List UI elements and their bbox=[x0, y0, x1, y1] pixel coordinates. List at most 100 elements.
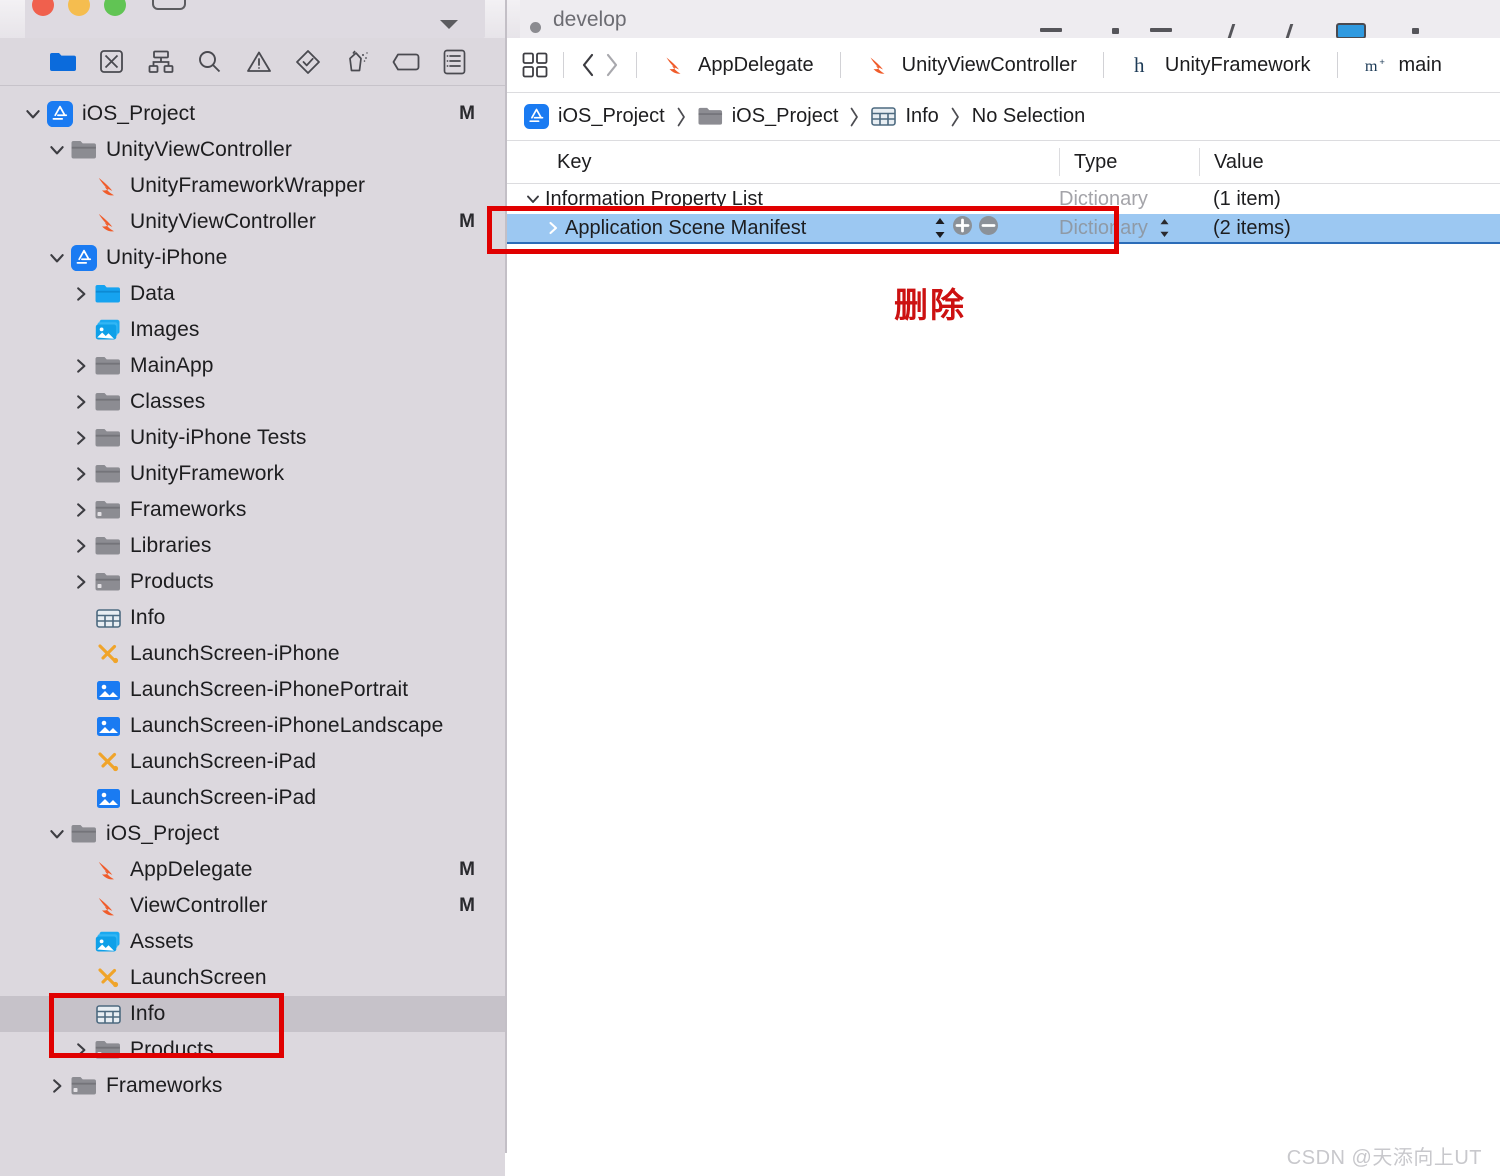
group-folder-icon bbox=[698, 104, 723, 129]
project-file-tree[interactable]: iOS_Project M UnityViewController UnityFram… bbox=[0, 86, 505, 1153]
branch-label[interactable]: develop bbox=[553, 8, 627, 32]
storyboard-icon bbox=[95, 641, 121, 667]
chevron-right-icon[interactable] bbox=[46, 1075, 68, 1097]
plist-row-information-property-list[interactable]: Information Property List Dictionary (1 … bbox=[507, 184, 1500, 214]
column-header-type[interactable]: Type bbox=[1059, 148, 1199, 176]
tree-row-launchscreen-iphone[interactable]: LaunchScreen-iPhone bbox=[0, 636, 505, 672]
plist-type-cell[interactable]: Dictionary bbox=[1059, 217, 1199, 240]
tree-row-unityframework[interactable]: UnityFramework bbox=[0, 456, 505, 492]
type-stepper-icon[interactable] bbox=[1158, 217, 1171, 239]
chevron-down-icon[interactable] bbox=[46, 139, 68, 161]
chevron-down-icon[interactable] bbox=[46, 247, 68, 269]
plist-row-application-scene-manifest[interactable]: Application Scene Manifest Dictionary (2… bbox=[507, 214, 1500, 244]
tab-unityframework[interactable]: h UnityFramework bbox=[1104, 38, 1337, 93]
reorder-stepper-icon[interactable] bbox=[933, 216, 947, 240]
toolbar-toggle-icon[interactable] bbox=[152, 0, 186, 10]
chevron-right-icon[interactable] bbox=[70, 1039, 92, 1061]
symbol-navigator-icon[interactable] bbox=[136, 45, 185, 79]
tree-row-viewcontroller[interactable]: ViewController M bbox=[0, 888, 505, 924]
chevron-right-icon[interactable] bbox=[70, 427, 92, 449]
toolbar-icon-b[interactable] bbox=[1112, 28, 1119, 34]
chevron-down-icon[interactable] bbox=[22, 103, 44, 125]
tree-row-frameworks[interactable]: Frameworks bbox=[0, 1068, 505, 1104]
breadcrumb-item-info[interactable]: Info bbox=[871, 104, 939, 129]
tree-row-unityviewcontroller[interactable]: UnityViewController M bbox=[0, 204, 505, 240]
plist-value-label[interactable]: (1 item) bbox=[1199, 188, 1500, 211]
xcode-window: develop iOS_Project M UnityViewControlle… bbox=[0, 0, 1500, 1176]
tree-row-launchscreen-iphonelandscape[interactable]: LaunchScreen-iPhoneLandscape bbox=[0, 708, 505, 744]
plist-icon bbox=[871, 104, 897, 129]
tab-appdelegate[interactable]: AppDelegate bbox=[637, 38, 840, 93]
tree-row-frameworks[interactable]: Frameworks bbox=[0, 492, 505, 528]
test-navigator-icon[interactable] bbox=[283, 45, 332, 79]
toolbar-icon-a[interactable] bbox=[1040, 28, 1062, 32]
tree-row-ios-project[interactable]: iOS_Project M bbox=[0, 96, 505, 132]
chevron-right-icon[interactable] bbox=[70, 463, 92, 485]
plist-type-label[interactable]: Dictionary bbox=[1059, 188, 1199, 211]
tree-row-classes[interactable]: Classes bbox=[0, 384, 505, 420]
tree-row-assets[interactable]: Assets bbox=[0, 924, 505, 960]
tree-row-launchscreen-ipad[interactable]: LaunchScreen-iPad bbox=[0, 744, 505, 780]
tree-row-label: Data bbox=[130, 282, 175, 305]
toolbar-icon-d[interactable] bbox=[1227, 24, 1236, 38]
chevron-right-icon[interactable] bbox=[70, 355, 92, 377]
column-header-key[interactable]: Key bbox=[507, 151, 1059, 174]
tree-row-ios-project[interactable]: iOS_Project bbox=[0, 816, 505, 852]
tab-main[interactable]: m + main bbox=[1338, 38, 1468, 93]
editor-panel: AppDelegate UnityViewController h UnityF… bbox=[507, 38, 1500, 1153]
report-navigator-icon[interactable] bbox=[430, 45, 479, 79]
tree-row-unity-iphone-tests[interactable]: Unity-iPhone Tests bbox=[0, 420, 505, 456]
tab-overview-icon[interactable] bbox=[507, 52, 563, 78]
tree-row-label: Unity-iPhone Tests bbox=[130, 426, 307, 449]
group-folder-icon bbox=[95, 353, 121, 379]
toolbar-icon-g[interactable] bbox=[1412, 28, 1419, 34]
tab-unityviewcontroller[interactable]: UnityViewController bbox=[841, 38, 1103, 93]
plist-value-label[interactable]: (2 items) bbox=[1199, 217, 1500, 240]
tree-row-label: LaunchScreen bbox=[130, 966, 267, 989]
chevron-down-icon[interactable] bbox=[440, 20, 458, 29]
navigate-forward-button[interactable] bbox=[604, 52, 620, 78]
tree-row-launchscreen-iphoneportrait[interactable]: LaunchScreen-iPhonePortrait bbox=[0, 672, 505, 708]
toolbar-icon-c[interactable] bbox=[1150, 28, 1172, 32]
debug-navigator-icon[interactable] bbox=[332, 45, 381, 79]
tree-row-unityframeworkwrapper[interactable]: UnityFrameworkWrapper bbox=[0, 168, 505, 204]
add-row-button[interactable] bbox=[952, 215, 973, 242]
navigate-back-button[interactable] bbox=[580, 52, 596, 78]
toolbar-icon-e[interactable] bbox=[1285, 24, 1294, 38]
breadcrumb-item-project[interactable]: iOS_Project bbox=[524, 104, 665, 129]
chevron-right-icon[interactable] bbox=[70, 571, 92, 593]
group-folder-icon bbox=[95, 425, 121, 451]
plist-icon bbox=[95, 1001, 121, 1027]
tree-row-libraries[interactable]: Libraries bbox=[0, 528, 505, 564]
tree-row-appdelegate[interactable]: AppDelegate M bbox=[0, 852, 505, 888]
tree-row-data[interactable]: Data bbox=[0, 276, 505, 312]
chevron-down-icon[interactable] bbox=[46, 823, 68, 845]
remove-row-button[interactable] bbox=[978, 215, 999, 242]
source-control-navigator-icon[interactable] bbox=[87, 45, 136, 79]
tree-row-launchscreen-ipad[interactable]: LaunchScreen-iPad bbox=[0, 780, 505, 816]
tree-row-unityviewcontroller[interactable]: UnityViewController bbox=[0, 132, 505, 168]
tree-row-products[interactable]: Products bbox=[0, 1032, 505, 1068]
column-header-value[interactable]: Value bbox=[1199, 148, 1500, 176]
tree-row-images[interactable]: Images bbox=[0, 312, 505, 348]
breadcrumb-item-group[interactable]: iOS_Project bbox=[698, 104, 838, 129]
tree-row-unity-iphone[interactable]: Unity-iPhone bbox=[0, 240, 505, 276]
project-navigator-icon[interactable] bbox=[38, 45, 87, 79]
chevron-right-icon[interactable] bbox=[70, 535, 92, 557]
tree-row-info[interactable]: Info bbox=[0, 996, 505, 1032]
chevron-right-icon[interactable] bbox=[70, 499, 92, 521]
tree-row-mainapp[interactable]: MainApp bbox=[0, 348, 505, 384]
toolbar-icon-f[interactable] bbox=[1336, 23, 1366, 38]
chevron-down-icon[interactable] bbox=[521, 191, 545, 207]
tree-row-label: ViewController bbox=[130, 894, 268, 917]
chevron-right-icon[interactable] bbox=[70, 283, 92, 305]
find-navigator-icon[interactable] bbox=[185, 45, 234, 79]
chevron-right-icon[interactable] bbox=[70, 391, 92, 413]
tree-row-info[interactable]: Info bbox=[0, 600, 505, 636]
chevron-right-icon[interactable] bbox=[541, 220, 565, 236]
image-file-icon bbox=[95, 677, 121, 703]
issue-navigator-icon[interactable] bbox=[234, 45, 283, 79]
tree-row-products[interactable]: Products bbox=[0, 564, 505, 600]
tree-row-launchscreen[interactable]: LaunchScreen bbox=[0, 960, 505, 996]
breakpoint-navigator-icon[interactable] bbox=[381, 45, 430, 79]
